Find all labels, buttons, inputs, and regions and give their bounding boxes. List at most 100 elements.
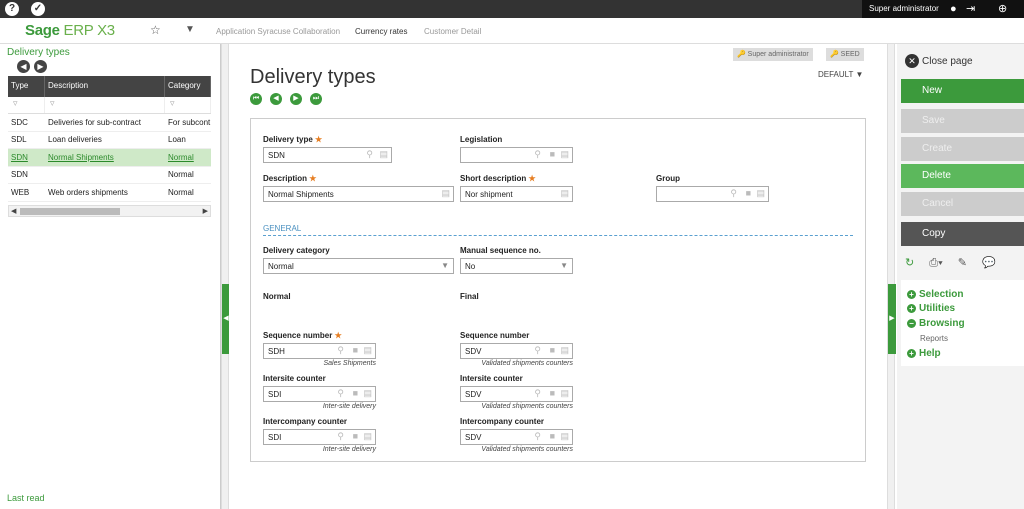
menu-help[interactable]: + Help xyxy=(907,348,941,359)
cell-category[interactable]: Normal xyxy=(165,153,211,162)
scroll-right-icon[interactable]: ▶ xyxy=(203,207,208,215)
sequence-number-normal-field[interactable]: SDH ⚲ ■ ▤ xyxy=(263,343,376,359)
detail-icon[interactable]: ▤ xyxy=(379,149,388,160)
short-description-field[interactable]: Nor shipment ▤ xyxy=(460,186,573,202)
detail-icon[interactable]: ▤ xyxy=(363,345,372,356)
table-row[interactable]: WEB Web orders shipments Normal xyxy=(8,184,211,202)
menu-reports[interactable]: Reports xyxy=(920,334,948,343)
cell-type[interactable]: SDN xyxy=(8,153,45,162)
delivery-type-field[interactable]: SDN ⚲ ▤ xyxy=(263,147,392,163)
column-type[interactable]: Type xyxy=(8,76,45,97)
menu-browsing[interactable]: − Browsing xyxy=(907,318,965,329)
clear-icon[interactable]: ■ xyxy=(353,388,358,398)
chevron-down-icon[interactable]: ▼ xyxy=(560,261,568,270)
delivery-category-select[interactable]: Normal ▼ xyxy=(263,258,454,274)
print-icon[interactable]: ⎙▾ xyxy=(929,257,942,269)
horizontal-scrollbar[interactable]: ◀ ▶ xyxy=(8,205,211,217)
clear-icon[interactable]: ■ xyxy=(550,345,555,355)
star-icon[interactable]: ☆ xyxy=(150,23,161,37)
search-icon[interactable]: ⚲ xyxy=(337,345,344,356)
legislation-field[interactable]: ⚲ ■ ▤ xyxy=(460,147,573,163)
chevron-down-icon[interactable]: ▼ xyxy=(185,24,195,35)
search-icon[interactable]: ⚲ xyxy=(534,345,541,356)
next-arrow-icon[interactable]: ▶ xyxy=(34,60,47,73)
intersite-counter-final-field[interactable]: SDV ⚲ ■ ▤ xyxy=(460,386,573,402)
table-row[interactable]: SDN Normal xyxy=(8,167,211,184)
filter-icon[interactable]: ▿ xyxy=(165,97,211,113)
user-icon[interactable]: ● xyxy=(950,3,957,15)
filter-icon[interactable]: ▿ xyxy=(45,97,165,113)
clear-icon[interactable]: ■ xyxy=(550,431,555,441)
close-icon[interactable]: ✕ xyxy=(905,54,919,68)
column-category[interactable]: Category xyxy=(165,76,211,97)
first-record-icon[interactable]: ⏮ xyxy=(250,93,262,105)
detail-icon[interactable]: ▤ xyxy=(560,388,569,399)
comment-icon[interactable]: 💬 xyxy=(982,257,996,269)
detail-icon[interactable]: ▤ xyxy=(560,149,569,160)
filter-icon[interactable]: ▿ xyxy=(8,97,45,113)
search-icon[interactable]: ⚲ xyxy=(534,431,541,442)
chevron-down-icon[interactable]: ▼ xyxy=(441,261,449,270)
last-record-icon[interactable]: ⏭ xyxy=(310,93,322,105)
logo[interactable]: Sage ERP X3 xyxy=(25,22,115,39)
manual-sequence-select[interactable]: No ▼ xyxy=(460,258,573,274)
collapse-right-handle[interactable]: ▶ xyxy=(888,284,896,354)
create-button[interactable]: Create xyxy=(901,137,1024,161)
nav-link-currency-rates[interactable]: Currency rates xyxy=(355,27,407,36)
nav-link-customer-detail[interactable]: Customer Detail xyxy=(424,27,481,36)
intersite-counter-normal-field[interactable]: SDI ⚲ ■ ▤ xyxy=(263,386,376,402)
menu-utilities[interactable]: + Utilities xyxy=(907,303,955,314)
prev-record-icon[interactable]: ◀ xyxy=(270,93,282,105)
cell-description[interactable]: Normal Shipments xyxy=(45,153,165,162)
description-field[interactable]: Normal Shipments ▤ xyxy=(263,186,454,202)
clear-icon[interactable]: ■ xyxy=(353,345,358,355)
last-read-link[interactable]: Last read xyxy=(7,493,45,503)
prev-arrow-icon[interactable]: ◀ xyxy=(17,60,30,73)
group-field[interactable]: ⚲ ■ ▤ xyxy=(656,186,769,202)
logout-icon[interactable]: ⇥ xyxy=(966,3,975,15)
user-name[interactable]: Super administrator xyxy=(869,4,939,13)
menu-selection[interactable]: + Selection xyxy=(907,289,963,300)
copy-button[interactable]: Copy xyxy=(901,222,1024,246)
new-button[interactable]: New xyxy=(901,79,1024,103)
intercompany-counter-final-field[interactable]: SDV ⚲ ■ ▤ xyxy=(460,429,573,445)
search-icon[interactable]: ⚲ xyxy=(366,149,373,160)
sequence-number-final-field[interactable]: SDV ⚲ ■ ▤ xyxy=(460,343,573,359)
next-record-icon[interactable]: ▶ xyxy=(290,93,302,105)
attachment-icon[interactable]: ✎ xyxy=(958,257,967,269)
search-icon[interactable]: ⚲ xyxy=(534,149,541,160)
save-button[interactable]: Save xyxy=(901,109,1024,133)
scroll-left-icon[interactable]: ◀ xyxy=(11,207,16,215)
refresh-icon[interactable]: ↻ xyxy=(905,257,914,269)
column-description[interactable]: Description xyxy=(45,76,165,97)
table-row[interactable]: SDC Deliveries for sub-contract For subc… xyxy=(8,114,211,132)
left-splitter[interactable]: ◀ xyxy=(221,44,230,509)
clear-icon[interactable]: ■ xyxy=(550,149,555,159)
search-icon[interactable]: ⚲ xyxy=(337,388,344,399)
help-icon[interactable]: ? xyxy=(5,2,19,16)
right-splitter[interactable]: ▶ xyxy=(887,44,896,509)
detail-icon[interactable]: ▤ xyxy=(560,431,569,442)
cancel-button[interactable]: Cancel xyxy=(901,192,1024,216)
default-selector[interactable]: DEFAULT ▼ xyxy=(818,70,863,79)
table-row[interactable]: SDL Loan deliveries Loan xyxy=(8,132,211,149)
table-row-selected[interactable]: SDN Normal Shipments Normal xyxy=(8,149,211,167)
clear-icon[interactable]: ■ xyxy=(550,388,555,398)
search-icon[interactable]: ⚲ xyxy=(534,388,541,399)
detail-icon[interactable]: ▤ xyxy=(363,388,372,399)
delete-button[interactable]: Delete xyxy=(901,164,1024,188)
translate-icon[interactable]: ▤ xyxy=(560,188,569,199)
search-icon[interactable]: ⚲ xyxy=(337,431,344,442)
clear-icon[interactable]: ■ xyxy=(746,188,751,198)
intercompany-counter-normal-field[interactable]: SDI ⚲ ■ ▤ xyxy=(263,429,376,445)
scrollbar-thumb[interactable] xyxy=(20,208,120,215)
search-icon[interactable]: ⚲ xyxy=(730,188,737,199)
detail-icon[interactable]: ▤ xyxy=(560,345,569,356)
close-page-button[interactable]: ✕ Close page xyxy=(905,54,973,68)
detail-icon[interactable]: ▤ xyxy=(363,431,372,442)
clear-icon[interactable]: ■ xyxy=(353,431,358,441)
translate-icon[interactable]: ▤ xyxy=(441,188,450,199)
detail-icon[interactable]: ▤ xyxy=(756,188,765,199)
check-icon[interactable]: ✓ xyxy=(31,2,45,16)
nav-link-collaboration[interactable]: Application Syracuse Collaboration xyxy=(216,27,340,36)
